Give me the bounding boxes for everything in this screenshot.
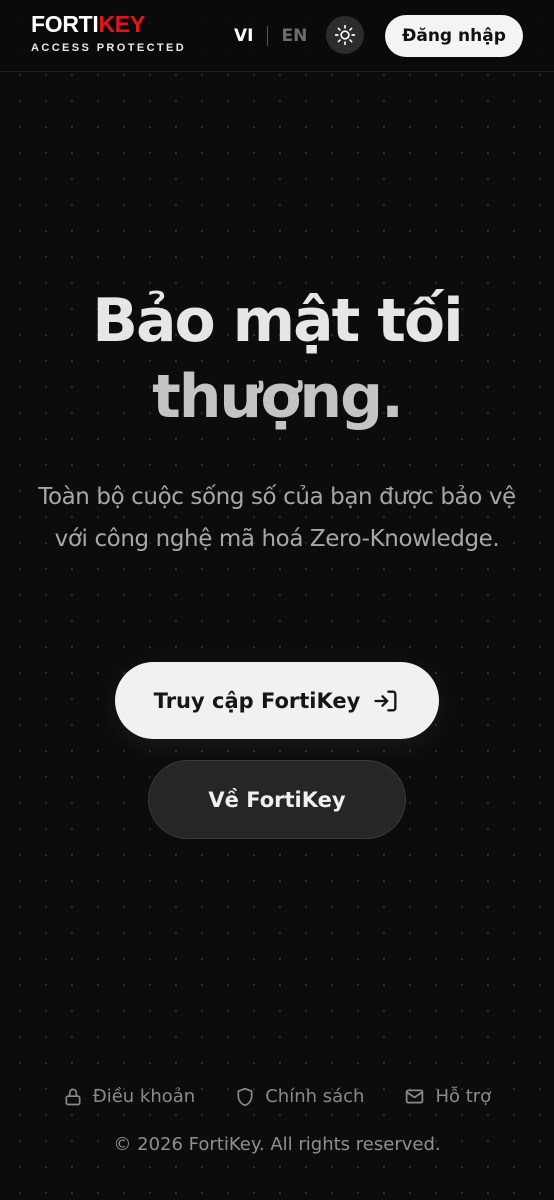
footer-links: Điều khoản Chính sách Hỗ trợ [0, 1086, 554, 1107]
copyright-text: © 2026 FortiKey. All rights reserved. [113, 1134, 441, 1155]
theme-toggle-button[interactable] [326, 16, 364, 54]
mail-icon [406, 1089, 424, 1104]
shield-icon [237, 1087, 253, 1106]
access-fortikey-button[interactable]: Truy cập FortiKey [115, 662, 439, 739]
login-arrow-icon [374, 690, 397, 711]
sun-icon [334, 24, 356, 46]
lang-divider [267, 26, 269, 46]
footer-link-support[interactable]: Hỗ trợ [404, 1086, 491, 1107]
access-fortikey-label: Truy cập FortiKey [153, 688, 361, 713]
hero-title-line1: Bảo mật tối [92, 286, 463, 356]
logo-tagline: ACCESS PROTECTED [31, 42, 187, 54]
footer-link-terms[interactable]: Điều khoản [63, 1086, 195, 1107]
footer-link-support-label: Hỗ trợ [435, 1086, 492, 1107]
hero-subtitle: Toàn bộ cuộc sống số của bạn được bảo vệ… [38, 484, 516, 552]
language-switcher: VI EN [234, 24, 307, 48]
logo-wordmark-forti: FORTI [31, 11, 99, 37]
logo-wordmark: FORTIKEY [31, 11, 186, 37]
hero-title: Bảo mật tối thượng. [0, 283, 554, 435]
dot-grid-background [0, 0, 554, 1200]
footer-link-policy-label: Chính sách [265, 1086, 365, 1107]
login-button[interactable]: Đăng nhập [385, 15, 523, 57]
top-bar: FORTIKEY ACCESS PROTECTED VI EN Đăng nhậ… [0, 0, 554, 72]
about-fortikey-button[interactable]: Về FortiKey [148, 760, 406, 839]
lang-en-option[interactable]: EN [281, 26, 307, 46]
footer-link-terms-label: Điều khoản [92, 1086, 196, 1107]
lang-vi-option[interactable]: VI [234, 26, 253, 46]
lock-icon [65, 1088, 81, 1105]
logo-wordmark-key: KEY [98, 11, 146, 37]
fortikey-logo[interactable]: FORTIKEY ACCESS PROTECTED [31, 11, 186, 54]
hero-title-line2: thượng. [152, 362, 404, 432]
footer-link-policy[interactable]: Chính sách [235, 1086, 364, 1107]
